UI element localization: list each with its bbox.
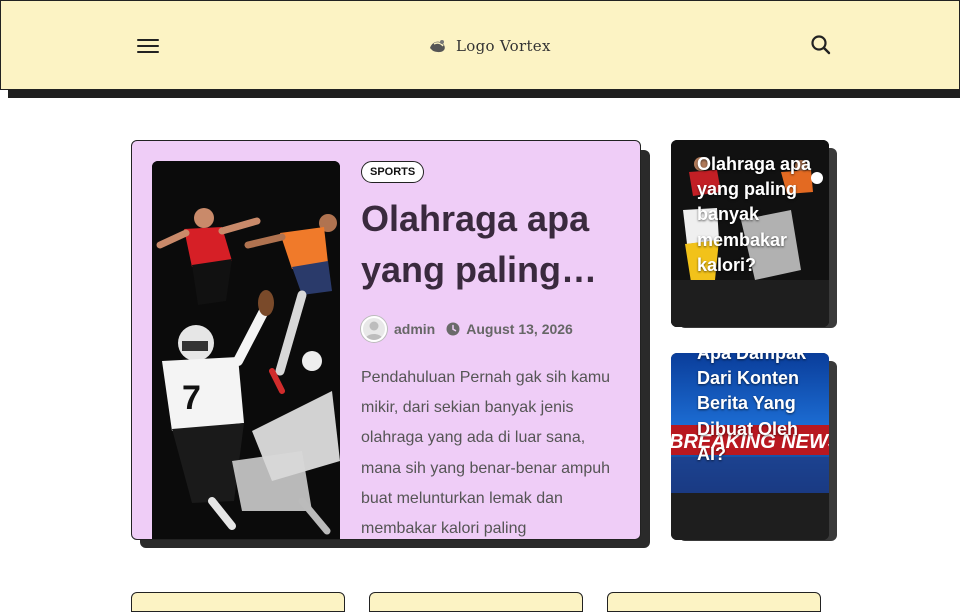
- search-icon[interactable]: [809, 33, 833, 57]
- side-post-title[interactable]: Olahraga apa yang paling banyak membakar…: [697, 152, 821, 278]
- author-name[interactable]: admin: [394, 321, 435, 337]
- logo-text: Logo Vortex: [456, 37, 551, 55]
- side-post-card[interactable]: BREAKING NEWS Apa Dampak Dari Konten Ber…: [671, 353, 829, 540]
- post-date: August 13, 2026: [466, 321, 573, 337]
- category-badge[interactable]: SPORTS: [361, 161, 425, 183]
- svg-text:7: 7: [182, 379, 201, 417]
- post-meta: admin August 13, 2026: [361, 315, 573, 343]
- featured-post-card: 7 SPORTS Olahraga apa yang paling… admin…: [131, 140, 641, 540]
- site-header: Logo Vortex: [0, 0, 960, 98]
- side-post-card[interactable]: Olahraga apa yang paling banyak membakar…: [671, 140, 829, 327]
- post-card-peek[interactable]: [607, 592, 821, 612]
- featured-post-image[interactable]: 7: [152, 161, 340, 539]
- hamburger-menu-icon[interactable]: [135, 35, 161, 57]
- clock-icon: [446, 322, 460, 336]
- featured-post-title[interactable]: Olahraga apa yang paling…: [361, 193, 631, 295]
- post-card-peek[interactable]: [131, 592, 345, 612]
- post-excerpt: Pendahuluan Pernah gak sih kamu mikir, d…: [361, 369, 611, 538]
- author-avatar[interactable]: [361, 316, 387, 342]
- site-logo[interactable]: Logo Vortex: [428, 34, 551, 58]
- logo-mark-icon: [430, 40, 445, 53]
- side-post-title[interactable]: Apa Dampak Dari Konten Berita Yang Dibua…: [697, 353, 821, 467]
- header-bar: Logo Vortex: [0, 0, 960, 90]
- post-card-peek[interactable]: [369, 592, 583, 612]
